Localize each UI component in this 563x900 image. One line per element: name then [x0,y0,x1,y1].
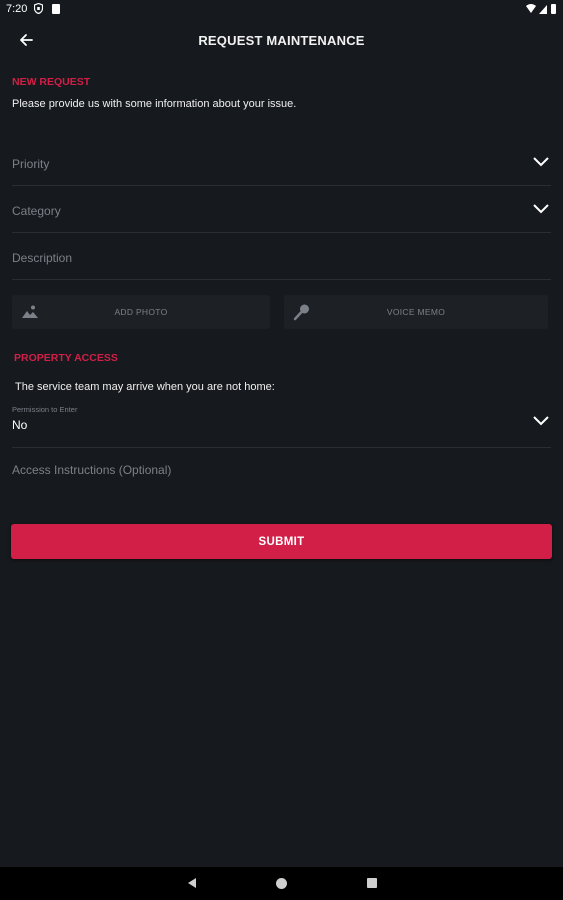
chevron-down-icon [533,204,549,214]
battery-icon [551,4,556,14]
voice-memo-label: VOICE MEMO [386,307,446,317]
signal-icon [539,5,547,14]
permission-label: Permission to Enter [12,405,78,414]
nav-back-icon[interactable] [186,877,198,889]
permission-value: No [12,418,28,432]
add-photo-button[interactable]: ADD PHOTO [12,295,270,329]
nav-home-icon[interactable] [276,878,287,889]
access-instructions-placeholder: Access Instructions (Optional) [12,463,172,477]
priority-dropdown[interactable]: Priority [12,139,551,186]
priority-placeholder: Priority [12,157,50,171]
app-bar: REQUEST MAINTENANCE [0,20,563,62]
voice-memo-button[interactable]: VOICE MEMO [284,295,548,329]
page-title: REQUEST MAINTENANCE [198,33,365,48]
property-access-intro: The service team may arrive when you are… [15,381,275,393]
description-placeholder: Description [12,251,73,265]
wifi-icon [526,4,536,13]
sd-card-icon [52,4,60,14]
category-dropdown[interactable]: Category [12,186,551,233]
add-photo-label: ADD PHOTO [114,307,168,317]
chevron-down-icon [533,157,549,167]
property-access-heading: PROPERTY ACCESS [14,352,118,364]
status-time: 7:20 [6,3,28,15]
new-request-heading: NEW REQUEST [12,76,91,88]
status-system-icons [526,4,556,14]
shield-icon [34,3,43,14]
chevron-down-icon [533,416,549,426]
submit-button[interactable]: SUBMIT [11,524,552,559]
new-request-intro: Please provide us with some information … [12,98,297,110]
status-bar: 7:20 [0,0,563,20]
system-navigation-bar [0,867,563,900]
description-field[interactable]: Description [12,233,551,280]
access-instructions-field[interactable]: Access Instructions (Optional) [12,448,551,494]
nav-recents-icon[interactable] [367,878,377,888]
category-placeholder: Category [12,204,61,218]
permission-to-enter-dropdown[interactable]: Permission to Enter No [12,400,551,448]
